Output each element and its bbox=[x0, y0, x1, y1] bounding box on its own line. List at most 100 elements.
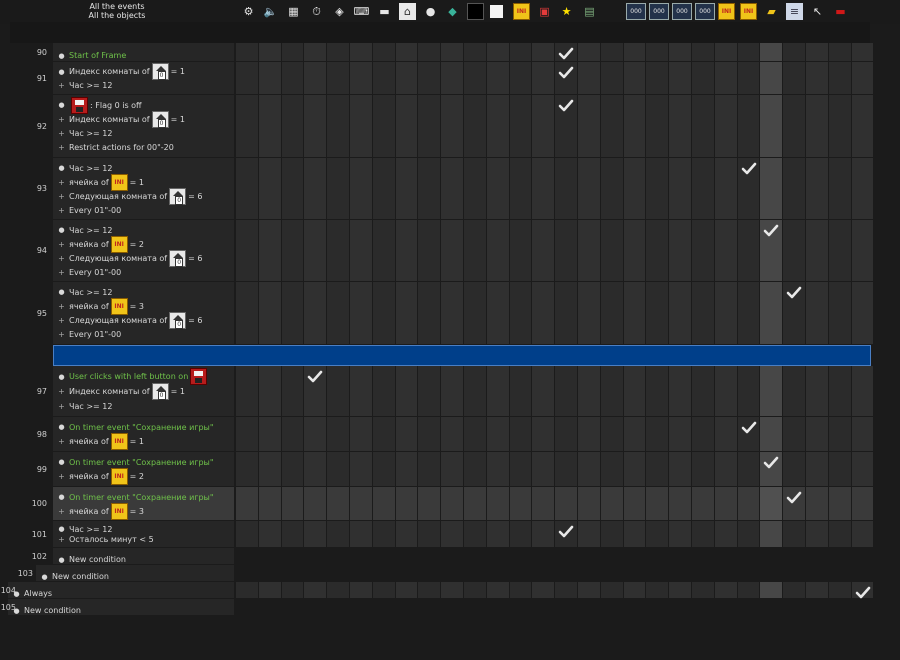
action-cell[interactable] bbox=[532, 417, 554, 451]
action-cell[interactable] bbox=[783, 158, 805, 219]
folder-icon[interactable]: ▰ bbox=[763, 3, 780, 20]
condition-line[interactable]: ● Start of Frame bbox=[57, 49, 126, 63]
action-cell[interactable] bbox=[282, 452, 303, 486]
condition-line[interactable]: + Индекс комнаты of = 1 bbox=[57, 110, 185, 128]
action-cell[interactable] bbox=[692, 282, 714, 344]
action-cell[interactable] bbox=[236, 452, 258, 486]
action-cell[interactable] bbox=[487, 452, 509, 486]
action-cell[interactable] bbox=[783, 220, 805, 281]
condition-line[interactable]: ● Час >= 12 bbox=[57, 161, 112, 175]
action-cell[interactable] bbox=[327, 366, 349, 416]
action-cell[interactable] bbox=[510, 95, 531, 157]
action-cell[interactable] bbox=[464, 95, 486, 157]
action-cell[interactable] bbox=[760, 582, 782, 598]
action-cell[interactable] bbox=[738, 220, 759, 281]
action-cell[interactable] bbox=[236, 487, 258, 520]
action-checkmark[interactable] bbox=[763, 223, 779, 239]
action-cell[interactable] bbox=[692, 582, 714, 598]
action-cell[interactable] bbox=[783, 366, 805, 416]
action-cell[interactable] bbox=[601, 521, 623, 547]
action-cell[interactable] bbox=[373, 43, 395, 61]
action-checkmark[interactable] bbox=[558, 65, 574, 81]
action-cell[interactable] bbox=[852, 487, 873, 520]
action-cell[interactable] bbox=[282, 366, 303, 416]
action-cell[interactable] bbox=[327, 62, 349, 94]
action-cell[interactable] bbox=[350, 521, 372, 547]
action-cell[interactable] bbox=[806, 220, 828, 281]
action-cell[interactable] bbox=[327, 158, 349, 219]
action-cell[interactable] bbox=[829, 282, 851, 344]
action-cell[interactable] bbox=[829, 582, 851, 598]
action-cell[interactable] bbox=[464, 582, 486, 598]
action-cell[interactable] bbox=[669, 95, 691, 157]
action-cell[interactable] bbox=[715, 95, 737, 157]
action-cell[interactable] bbox=[396, 220, 417, 281]
action-cell[interactable] bbox=[738, 452, 759, 486]
action-cell[interactable] bbox=[601, 452, 623, 486]
action-cell[interactable] bbox=[555, 582, 577, 598]
action-cell[interactable] bbox=[464, 282, 486, 344]
action-cell[interactable] bbox=[510, 417, 531, 451]
action-cell[interactable] bbox=[418, 220, 440, 281]
group-96-bar[interactable] bbox=[53, 345, 871, 366]
action-cell[interactable] bbox=[829, 158, 851, 219]
action-cell[interactable] bbox=[806, 95, 828, 157]
room-counter-icon[interactable] bbox=[169, 249, 187, 267]
action-cell[interactable] bbox=[692, 95, 714, 157]
condition-line[interactable]: + Restrict actions for 00"-20 bbox=[57, 141, 174, 155]
action-cell[interactable] bbox=[396, 62, 417, 94]
action-cell[interactable] bbox=[259, 452, 281, 486]
action-cell[interactable] bbox=[373, 282, 395, 344]
action-cell[interactable] bbox=[327, 282, 349, 344]
action-cell[interactable] bbox=[327, 521, 349, 547]
action-cell[interactable] bbox=[441, 487, 463, 520]
ini-object-3-icon[interactable]: INI bbox=[740, 3, 757, 20]
action-cell[interactable] bbox=[692, 220, 714, 281]
action-cell[interactable] bbox=[510, 582, 531, 598]
condition-line[interactable]: + Every 01"-00 bbox=[57, 203, 121, 217]
action-cell[interactable] bbox=[350, 417, 372, 451]
action-cell[interactable] bbox=[646, 158, 668, 219]
condition-line[interactable]: ● Индекс комнаты of = 1 bbox=[57, 63, 185, 81]
create-new-objects-icon[interactable]: ◈ bbox=[331, 3, 348, 20]
action-cell[interactable] bbox=[282, 43, 303, 61]
condition-line[interactable]: ● On timer event "Сохранение игры" bbox=[57, 490, 213, 504]
action-cell[interactable] bbox=[487, 43, 509, 61]
action-cell[interactable] bbox=[418, 95, 440, 157]
action-cell[interactable] bbox=[532, 95, 554, 157]
action-cell[interactable] bbox=[783, 521, 805, 547]
action-cell[interactable] bbox=[624, 43, 645, 61]
action-cell[interactable] bbox=[669, 282, 691, 344]
action-cell[interactable] bbox=[282, 521, 303, 547]
action-cell[interactable] bbox=[441, 417, 463, 451]
action-cell[interactable] bbox=[578, 158, 600, 219]
action-cell[interactable] bbox=[555, 417, 577, 451]
action-cell[interactable] bbox=[532, 43, 554, 61]
action-cell[interactable] bbox=[783, 452, 805, 486]
action-cell[interactable] bbox=[601, 95, 623, 157]
action-cell[interactable] bbox=[829, 487, 851, 520]
backdrop-icon[interactable]: ▤ bbox=[581, 3, 598, 20]
action-cell[interactable] bbox=[259, 158, 281, 219]
action-cell[interactable] bbox=[350, 220, 372, 281]
action-cell[interactable] bbox=[624, 487, 645, 520]
action-cell[interactable] bbox=[396, 487, 417, 520]
action-cell[interactable] bbox=[601, 417, 623, 451]
action-cell[interactable] bbox=[852, 366, 873, 416]
action-cell[interactable] bbox=[327, 487, 349, 520]
action-cell[interactable] bbox=[715, 220, 737, 281]
condition-line[interactable]: + Следующая комната of = 6 bbox=[57, 187, 202, 205]
action-cell[interactable] bbox=[692, 452, 714, 486]
condition-line[interactable]: + Осталось минут < 5 bbox=[57, 533, 154, 547]
action-cell[interactable] bbox=[441, 366, 463, 416]
action-cell[interactable] bbox=[259, 582, 281, 598]
action-cell[interactable] bbox=[715, 158, 737, 219]
star-icon[interactable]: ★ bbox=[558, 3, 575, 20]
action-checkmark[interactable] bbox=[558, 524, 574, 540]
action-cell[interactable] bbox=[646, 43, 668, 61]
room-counter-icon[interactable] bbox=[169, 312, 187, 330]
counter-3-icon[interactable]: 000 bbox=[672, 3, 692, 20]
save-disk-icon[interactable] bbox=[71, 96, 88, 114]
action-cell[interactable] bbox=[578, 62, 600, 94]
action-cell[interactable] bbox=[852, 95, 873, 157]
